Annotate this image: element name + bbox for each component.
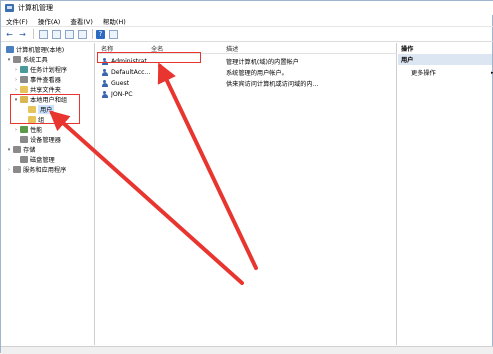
- column-header-description[interactable]: 描述: [226, 43, 238, 53]
- user-description: 系统管理的用户帐户。: [226, 69, 288, 77]
- storage-icon: [13, 146, 21, 153]
- user-icon: [101, 90, 108, 98]
- more-actions-label: 更多操作: [411, 70, 436, 77]
- more-actions-link[interactable]: 更多操作 ▸: [411, 68, 493, 78]
- clock-icon: [20, 66, 28, 73]
- help-icon[interactable]: ?: [96, 29, 105, 39]
- expand-chevron-icon[interactable]: ›: [13, 87, 19, 93]
- computer-icon: [6, 46, 14, 53]
- show-action-pane-icon[interactable]: [109, 29, 118, 39]
- refresh-icon[interactable]: [65, 29, 74, 39]
- user-icon: [101, 68, 108, 76]
- toolbar-separator: [33, 29, 34, 39]
- computer-management-window: 计算机管理 文件(F) 操作(A) 查看(V) 帮助(H) ← → ? 计算机管…: [0, 0, 493, 354]
- user-name: JON-PC: [111, 90, 133, 98]
- tree-item-event-viewer[interactable]: › 事件查看器: [13, 75, 61, 84]
- user-name: DefaultAcc...: [111, 68, 151, 76]
- computer-management-icon: [5, 4, 14, 12]
- tree-item-system-tools[interactable]: ▾ 系统工具: [6, 55, 48, 64]
- table-row[interactable]: Guest 供来宾访问计算机或访问域的内...: [97, 78, 397, 88]
- disk-icon: [20, 156, 28, 163]
- user-description: 供来宾访问计算机或访问域的内...: [226, 80, 319, 88]
- folder-icon: [20, 86, 28, 93]
- tree-item-performance[interactable]: › 性能: [13, 125, 42, 134]
- annotation-highlight-local-users: [10, 94, 80, 124]
- forward-arrow-icon[interactable]: →: [17, 29, 28, 40]
- menu-file[interactable]: 文件(F): [1, 16, 33, 26]
- expand-chevron-icon[interactable]: ›: [13, 67, 19, 73]
- title-bar: 计算机管理: [1, 1, 493, 15]
- table-row[interactable]: JON-PC: [97, 89, 397, 99]
- tools-icon: [13, 56, 21, 63]
- expand-chevron-icon[interactable]: ›: [13, 77, 19, 83]
- menu-bar: 文件(F) 操作(A) 查看(V) 帮助(H): [1, 15, 493, 27]
- device-icon: [20, 136, 28, 143]
- tree-item-disk-management[interactable]: 磁盘管理: [19, 155, 55, 164]
- tree-item-task-scheduler[interactable]: › 任务计划程序: [13, 65, 67, 74]
- expand-chevron-icon[interactable]: ›: [13, 127, 19, 133]
- tree-item-shared-folders[interactable]: › 共享文件夹: [13, 85, 61, 94]
- user-icon: [101, 79, 108, 87]
- table-row[interactable]: DefaultAcc... 系统管理的用户帐户。: [97, 67, 397, 77]
- chart-icon: [20, 126, 28, 133]
- show-hide-tree-icon[interactable]: [39, 29, 48, 39]
- tree-item-storage[interactable]: ▾ 存储: [6, 145, 35, 154]
- menu-help[interactable]: 帮助(H): [98, 16, 131, 26]
- actions-pane: 操作 用户 更多操作 ▸: [398, 43, 493, 345]
- expand-chevron-icon[interactable]: ▾: [6, 57, 12, 63]
- export-list-icon[interactable]: [78, 29, 87, 39]
- expand-chevron-icon[interactable]: ›: [6, 167, 12, 173]
- actions-header: 操作: [398, 43, 492, 53]
- expand-chevron-icon[interactable]: ▾: [6, 147, 12, 153]
- tree-item-services-apps[interactable]: › 服务和应用程序: [6, 165, 66, 174]
- user-list-pane: 名称 全名 描述 Administrat... 管理计算机(域)的内置帐户 De…: [97, 43, 397, 345]
- back-arrow-icon[interactable]: ←: [4, 29, 15, 40]
- log-icon: [20, 76, 28, 83]
- properties-icon[interactable]: [52, 29, 61, 39]
- tree-item-computer-management[interactable]: 计算机管理(本地): [5, 45, 64, 54]
- user-name: Guest: [111, 79, 130, 87]
- tree-item-device-manager[interactable]: 设备管理器: [19, 135, 61, 144]
- navigation-tree: 计算机管理(本地) ▾ 系统工具 › 任务计划程序 › 事件查看器 › 共享文件…: [3, 43, 95, 345]
- services-icon: [13, 166, 21, 173]
- toolbar: ← → ?: [1, 27, 493, 42]
- actions-group-users[interactable]: 用户: [398, 54, 492, 65]
- menu-action[interactable]: 操作(A): [33, 16, 66, 26]
- annotation-highlight-administrator: [97, 52, 201, 63]
- window-title: 计算机管理: [18, 4, 53, 12]
- user-description: 管理计算机(域)的内置帐户: [226, 58, 299, 66]
- menu-view[interactable]: 查看(V): [65, 16, 98, 26]
- toolbar-separator: [92, 29, 93, 39]
